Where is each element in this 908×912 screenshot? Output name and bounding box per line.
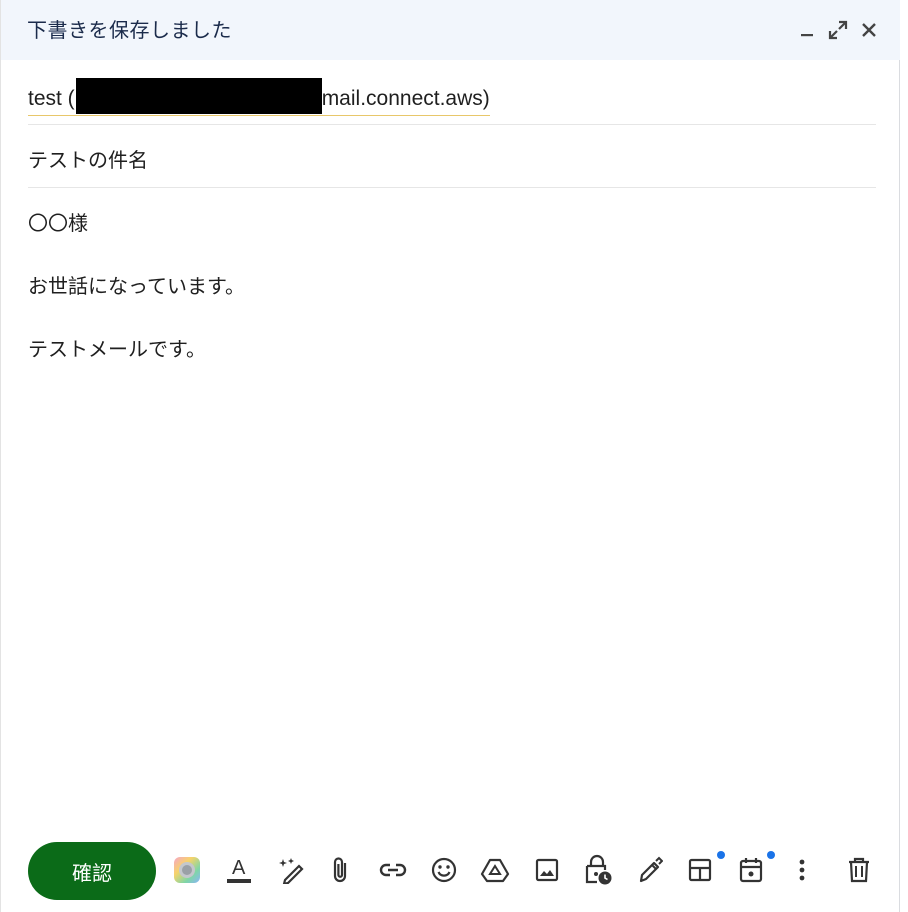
more-options-icon: [799, 859, 805, 881]
close-icon: [862, 23, 876, 37]
signature-pen-icon: [639, 856, 663, 883]
recipient-address: mail.connect.aws): [321, 87, 490, 110]
help-me-write-icon: [279, 858, 304, 884]
emoji-icon: [431, 857, 457, 883]
trash-icon: [849, 857, 869, 883]
confidential-lock-icon: [585, 854, 612, 885]
recipients-field[interactable]: test ( mail.connect.aws): [28, 68, 876, 125]
expand-button[interactable]: [826, 18, 850, 42]
subject-text: テストの件名: [28, 148, 148, 172]
compose-window: 下書きを保存しました test ( mail.connect.aws) テストの件…: [0, 0, 900, 912]
draft-saved-title: 下書きを保存しました: [27, 18, 232, 42]
confidential-mode-button[interactable]: [583, 854, 613, 885]
text-format-icon: A: [227, 857, 251, 883]
discard-draft-button[interactable]: [844, 855, 874, 885]
insert-photo-button[interactable]: [532, 855, 562, 885]
body-line-greeting[interactable]: お世話になっています。: [28, 270, 245, 299]
more-options-button[interactable]: [787, 855, 817, 885]
insert-link-button[interactable]: [378, 855, 408, 885]
signature-button[interactable]: [634, 855, 664, 885]
layout-notification-dot: [717, 851, 725, 859]
attach-button[interactable]: [326, 855, 356, 885]
minimize-button[interactable]: [795, 18, 819, 42]
insert-drive-button[interactable]: [480, 855, 510, 885]
expand-icon: [828, 20, 848, 40]
subject-field[interactable]: テストの件名: [28, 124, 876, 188]
svg-text:A: A: [232, 857, 246, 879]
recipient-name: test (: [28, 87, 75, 110]
body-line-message[interactable]: テストメールです。: [28, 333, 206, 362]
ai-assist-button[interactable]: [172, 855, 202, 885]
redacted-block: [75, 78, 322, 114]
body-line-salutation[interactable]: 〇〇様: [28, 207, 88, 236]
text-format-button[interactable]: A: [224, 855, 254, 885]
recipient-chip[interactable]: test ( mail.connect.aws): [28, 78, 490, 116]
layout-icon: [688, 858, 712, 882]
schedule-event-button[interactable]: [736, 855, 766, 885]
compose-header: 下書きを保存しました: [1, 0, 900, 60]
send-button[interactable]: 確認: [28, 842, 156, 900]
event-notification-dot: [767, 851, 775, 859]
layout-button[interactable]: [685, 855, 715, 885]
attach-icon: [333, 857, 347, 883]
help-me-write-button[interactable]: [276, 855, 306, 885]
photo-icon: [535, 858, 559, 882]
drive-icon: [480, 858, 510, 883]
schedule-event-icon: [739, 858, 763, 883]
emoji-button[interactable]: [429, 855, 459, 885]
close-button[interactable]: [857, 18, 881, 42]
link-icon: [379, 863, 407, 877]
ai-assist-icon: [174, 857, 200, 883]
minimize-icon: [801, 34, 813, 37]
